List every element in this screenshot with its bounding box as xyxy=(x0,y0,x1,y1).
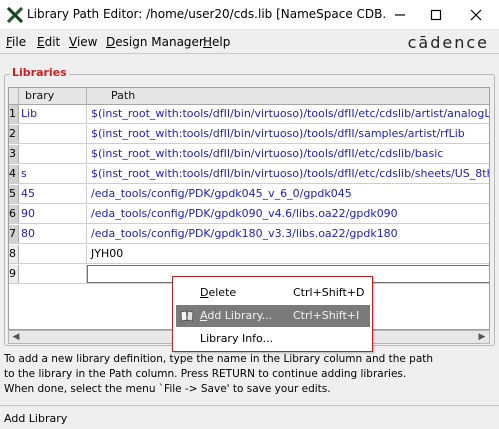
menu-item-library-info-label: Library Info... xyxy=(200,332,274,345)
table-row[interactable]: 6 90 /eda_tools/config/PDK/gpdk090_v4.6/… xyxy=(9,205,489,224)
library-name-cell[interactable]: 90 xyxy=(19,205,87,223)
menu-design-manager-label: esign Manager xyxy=(115,35,204,49)
menu-item-delete-label: Delete xyxy=(200,282,236,304)
library-path-cell[interactable]: $(inst_root_with:tools/dfII/bin/virtuoso… xyxy=(87,125,489,143)
menu-item-library-info[interactable]: Library Info... xyxy=(176,328,370,350)
row-number: 9 xyxy=(9,265,19,283)
menu-view-mnemonic: V xyxy=(69,35,77,49)
menu-item-add-library[interactable]: Add Library... Ctrl+Shift+I xyxy=(176,305,370,327)
table-row[interactable]: 4 s $(inst_root_with:tools/dfII/bin/virt… xyxy=(9,165,489,184)
menu-design-manager-mnemonic: D xyxy=(106,35,116,49)
library-name-cell[interactable]: Lib xyxy=(19,105,87,123)
library-name-cell[interactable]: s xyxy=(19,165,87,183)
column-header-path[interactable]: Path xyxy=(87,88,489,105)
status-bar-text: Add Library xyxy=(4,412,68,425)
menu-view[interactable]: View xyxy=(69,35,97,49)
library-name-cell[interactable]: 80 xyxy=(19,225,87,243)
menu-item-add-library-shortcut: Ctrl+Shift+I xyxy=(293,309,360,322)
library-name-cell[interactable] xyxy=(19,125,87,143)
row-number: 4 xyxy=(9,165,19,183)
menu-help-mnemonic: H xyxy=(203,35,213,49)
menu-help-label: elp xyxy=(212,35,231,49)
menu-file[interactable]: File xyxy=(6,35,26,49)
title-bar: Library Path Editor: /home/user20/cds.li… xyxy=(0,0,499,30)
menu-help[interactable]: Help xyxy=(203,35,230,49)
library-name-cell[interactable] xyxy=(19,145,87,163)
library-name-cell[interactable]: 45 xyxy=(19,185,87,203)
table-row[interactable]: 2 $(inst_root_with:tools/dfII/bin/virtuo… xyxy=(9,125,489,144)
scroll-right-icon[interactable]: ▶ xyxy=(475,331,489,343)
help-text: To add a new library definition, type th… xyxy=(4,352,494,397)
menu-edit[interactable]: Edit xyxy=(37,35,60,49)
row-number: 7 xyxy=(9,225,19,243)
table-row[interactable]: 5 45 /eda_tools/config/PDK/gpdk045_v_6_0… xyxy=(9,185,489,204)
library-path-cell[interactable]: /eda_tools/config/PDK/gpdk180_v3.3/libs.… xyxy=(87,225,489,243)
table-header: brary Path xyxy=(9,88,489,105)
library-name-cell[interactable] xyxy=(19,245,87,263)
help-line: When done, select the menu `File -> Save… xyxy=(4,383,331,395)
table-row[interactable]: 8 JYH00 xyxy=(9,245,489,264)
table-row[interactable]: 7 80 /eda_tools/config/PDK/gpdk180_v3.3/… xyxy=(9,225,489,244)
row-number-header xyxy=(9,88,19,105)
library-path-cell[interactable]: $(inst_root_with:tools/dfII/bin/virtuoso… xyxy=(87,165,489,183)
libraries-group-title: Libraries xyxy=(10,66,69,79)
library-path-cell[interactable]: $(inst_root_with:tools/dfII/bin/virtuoso… xyxy=(87,105,489,123)
menu-design-manager[interactable]: Design Manager xyxy=(106,35,204,49)
cadence-logo: cādence xyxy=(407,33,489,52)
help-line: To add a new library definition, type th… xyxy=(4,353,434,365)
minimize-icon[interactable] xyxy=(382,0,418,30)
close-icon[interactable] xyxy=(458,0,494,30)
menu-item-add-library-text: dd Library... xyxy=(207,309,273,322)
row-number: 6 xyxy=(9,205,19,223)
menu-view-label: iew xyxy=(76,35,98,49)
help-line: to the library in the Path column. Press… xyxy=(4,368,407,380)
menu-item-delete-shortcut: Ctrl+Shift+D xyxy=(293,286,365,299)
window-title: Library Path Editor: /home/user20/cds.li… xyxy=(27,7,387,21)
row-number: 1 xyxy=(9,105,19,123)
menu-bar: File Edit View Design Manager Help cāden… xyxy=(0,30,499,54)
row-number: 2 xyxy=(9,125,19,143)
library-path-cell[interactable]: $(inst_root_with:tools/dfII/bin/virtuoso… xyxy=(87,145,489,163)
library-path-cell[interactable]: JYH00 xyxy=(87,245,489,263)
menu-file-label: ile xyxy=(12,35,27,49)
table-row[interactable]: 1 Lib $(inst_root_with:tools/dfII/bin/vi… xyxy=(9,105,489,124)
status-divider xyxy=(0,405,499,406)
context-menu: Delete Ctrl+Shift+D Add Library... Ctrl+… xyxy=(172,276,373,352)
library-name-cell[interactable] xyxy=(19,265,87,283)
library-path-cell[interactable]: /eda_tools/config/PDK/gpdk090_v4.6/libs.… xyxy=(87,205,489,223)
row-number: 8 xyxy=(9,245,19,263)
menu-item-delete[interactable]: Delete Ctrl+Shift+D xyxy=(176,282,370,304)
column-header-library[interactable]: brary xyxy=(19,88,87,105)
menu-edit-label: dit xyxy=(44,35,61,49)
menu-item-delete-text: elete xyxy=(208,286,237,299)
row-number: 3 xyxy=(9,145,19,163)
app-icon xyxy=(6,6,24,24)
scroll-left-icon[interactable]: ◀ xyxy=(9,331,23,343)
maximize-icon[interactable] xyxy=(418,0,454,30)
book-icon xyxy=(180,310,194,322)
menu-item-add-library-label: Add Library... xyxy=(200,305,272,327)
row-number: 5 xyxy=(9,185,19,203)
library-path-cell[interactable]: /eda_tools/config/PDK/gpdk045_v_6_0/gpdk… xyxy=(87,185,489,203)
table-row[interactable]: 3 $(inst_root_with:tools/dfII/bin/virtuo… xyxy=(9,145,489,164)
menu-edit-mnemonic: E xyxy=(37,35,45,49)
